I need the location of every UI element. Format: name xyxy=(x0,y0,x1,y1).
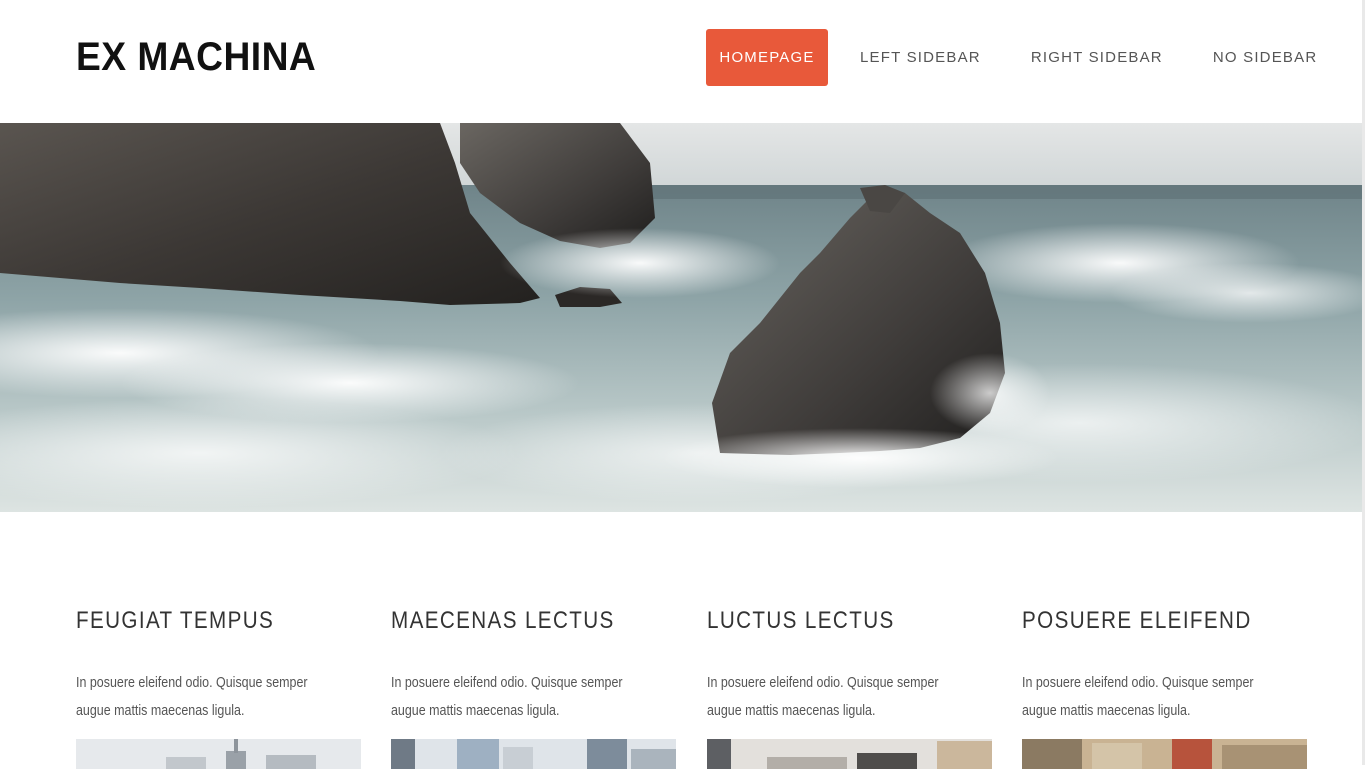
feature-description: In posuere eleifend odio. Quisque semper… xyxy=(391,675,623,719)
nav-item-left-sidebar[interactable]: LEFT SIDEBAR xyxy=(860,29,981,86)
main-nav: HOMEPAGE LEFT SIDEBAR RIGHT SIDEBAR NO S… xyxy=(706,29,1317,86)
feature-title[interactable]: MAECENAS LECTUS xyxy=(391,607,615,635)
site-logo[interactable]: EX MACHINA xyxy=(76,33,316,81)
site-header: EX MACHINA HOMEPAGE LEFT SIDEBAR RIGHT S… xyxy=(0,0,1365,123)
feature-title[interactable]: FEUGIAT TEMPUS xyxy=(76,607,274,635)
nav-item-no-sidebar[interactable]: NO SIDEBAR xyxy=(1213,29,1318,86)
feature-title[interactable]: POSUERE ELEIFEND xyxy=(1022,607,1252,635)
hero-banner-image xyxy=(0,123,1363,512)
feature-title[interactable]: LUCTUS LECTUS xyxy=(707,607,895,635)
nav-item-homepage[interactable]: HOMEPAGE xyxy=(706,29,828,86)
nav-item-right-sidebar[interactable]: RIGHT SIDEBAR xyxy=(1031,29,1163,86)
feature-description: In posuere eleifend odio. Quisque semper… xyxy=(707,675,939,719)
feature-description: In posuere eleifend odio. Quisque semper… xyxy=(76,675,308,719)
feature-description: In posuere eleifend odio. Quisque semper… xyxy=(1022,675,1254,719)
features-section: FEUGIAT TEMPUS In posuere eleifend odio.… xyxy=(0,512,1365,769)
hero-seascape-illustration xyxy=(0,123,1363,512)
